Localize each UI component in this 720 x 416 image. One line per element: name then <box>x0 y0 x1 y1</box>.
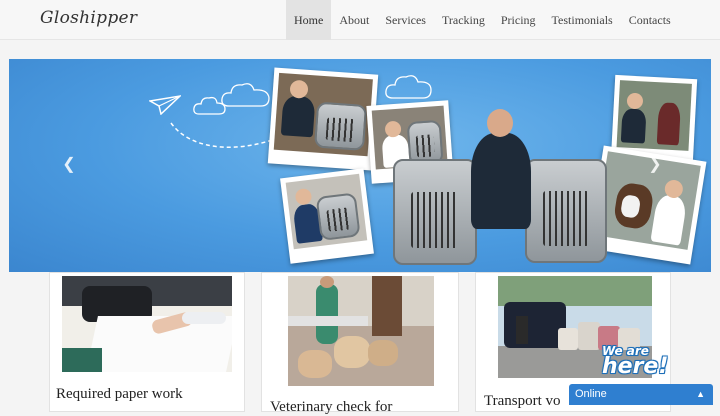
hero-carousel: ❮ ❯ <box>9 59 711 272</box>
card-title: Veterinary check for <box>270 399 393 415</box>
chat-badge[interactable]: We are here! <box>600 344 690 384</box>
nav-item-tracking[interactable]: Tracking <box>434 0 493 40</box>
nav-item-home[interactable]: Home <box>286 0 332 40</box>
nav-item-services[interactable]: Services <box>377 0 434 40</box>
polaroid-photo <box>267 67 379 171</box>
card-title: Transport vo <box>484 393 561 409</box>
polaroid-photo <box>280 168 374 264</box>
pet-crate <box>525 159 607 263</box>
chevron-up-icon[interactable]: ▲ <box>696 384 705 405</box>
carousel-next-button[interactable]: ❯ <box>645 155 665 175</box>
staff-person <box>471 133 531 229</box>
card-title: Required paper work <box>56 386 183 402</box>
chat-status-bar[interactable]: Online ▲ <box>569 384 713 405</box>
site-header: Gloshipper Home About Services Tracking … <box>0 0 720 40</box>
site-logo[interactable]: Gloshipper <box>40 8 137 28</box>
staff-person-head <box>487 109 513 137</box>
cloud-icon <box>221 83 270 107</box>
nav-item-testimonials[interactable]: Testimonials <box>544 0 621 40</box>
nav-item-about[interactable]: About <box>331 0 377 40</box>
carousel-prev-button[interactable]: ❮ <box>59 155 79 175</box>
nav-item-contacts[interactable]: Contacts <box>621 0 679 40</box>
service-card[interactable]: Veterinary check for <box>261 272 459 415</box>
cloud-icon <box>385 75 432 99</box>
nav-item-pricing[interactable]: Pricing <box>493 0 544 40</box>
chat-badge-line2: here! <box>602 354 669 379</box>
service-card[interactable]: Required paper work <box>49 272 245 412</box>
pet-crate <box>393 159 477 265</box>
vet-with-dogs-photo <box>288 276 434 386</box>
chat-status-label: Online <box>575 388 607 400</box>
main-nav: Home About Services Tracking Pricing Tes… <box>286 0 679 40</box>
signing-documents-photo <box>62 276 232 372</box>
chevron-left-icon: ❮ <box>62 156 76 173</box>
chevron-right-icon: ❯ <box>648 156 662 173</box>
